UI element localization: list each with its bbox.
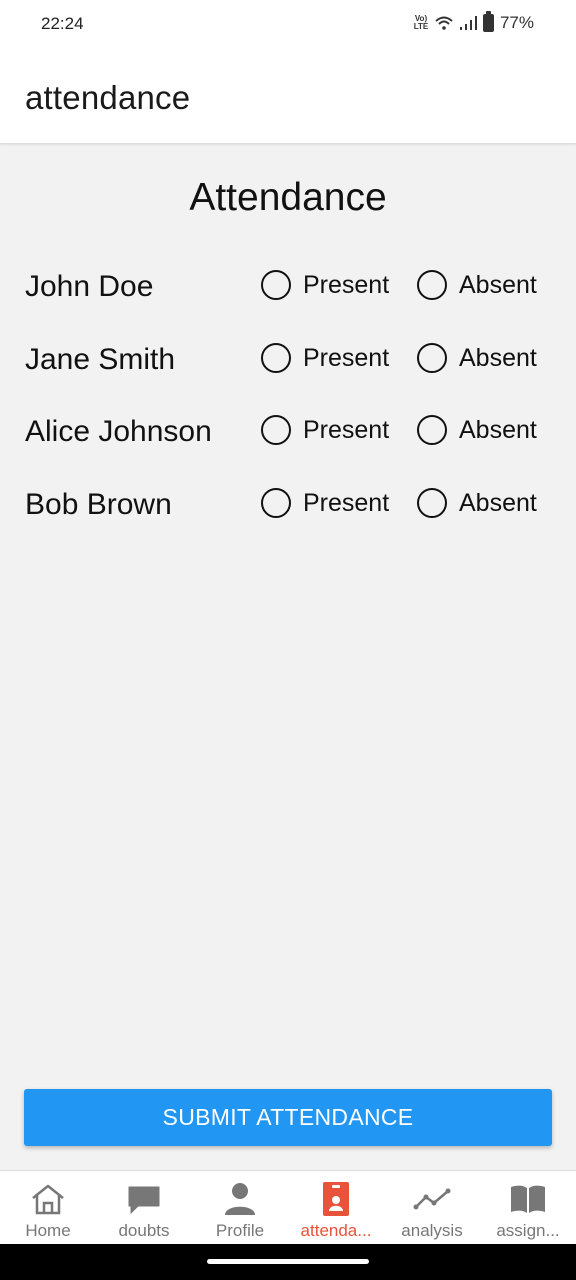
status-time: 22:24 xyxy=(41,14,84,33)
badge-icon[interactable] xyxy=(316,1181,356,1217)
present-label[interactable]: Present xyxy=(303,416,389,445)
battery-icon xyxy=(482,11,494,32)
radio-circle[interactable] xyxy=(261,415,291,445)
present-label[interactable]: Present xyxy=(303,489,389,518)
student-name: Bob Brown xyxy=(25,488,172,521)
absent-label[interactable]: Absent xyxy=(459,344,537,373)
app-title: attendance xyxy=(25,79,191,116)
volte-icon: Vo) LTE xyxy=(413,14,429,31)
page-heading: Attendance xyxy=(189,176,387,219)
absent-label[interactable]: Absent xyxy=(459,489,537,518)
person-icon[interactable] xyxy=(220,1181,260,1217)
radio-circle[interactable] xyxy=(417,270,447,300)
status-bar: 22:24 Vo) LTE 77% xyxy=(0,0,576,50)
student-row: Bob Brown Present Absent xyxy=(0,478,576,528)
nav-label[interactable]: analysis xyxy=(401,1221,462,1241)
absent-radio[interactable]: Absent xyxy=(417,488,537,518)
nav-label[interactable]: assign... xyxy=(496,1221,559,1241)
absent-label[interactable]: Absent xyxy=(459,416,537,445)
present-label[interactable]: Present xyxy=(303,271,389,300)
present-radio[interactable]: Present xyxy=(261,343,389,373)
trend-icon[interactable] xyxy=(412,1181,452,1217)
status-icons: Vo) LTE 77% xyxy=(413,11,534,33)
nav-item-attendance[interactable]: attenda... xyxy=(288,1171,384,1245)
present-radio[interactable]: Present xyxy=(261,488,389,518)
student-name: Alice Johnson xyxy=(25,415,212,448)
wifi-icon xyxy=(435,16,453,30)
home-gesture-pill[interactable] xyxy=(207,1259,369,1264)
nav-item-assignments[interactable]: assign... xyxy=(480,1171,576,1245)
nav-label[interactable]: Profile xyxy=(216,1221,264,1241)
chat-icon[interactable] xyxy=(124,1181,164,1217)
app-bar: attendance xyxy=(0,50,576,144)
home-icon[interactable] xyxy=(28,1181,68,1217)
nav-label[interactable]: Home xyxy=(25,1221,70,1241)
battery-percent: 77% xyxy=(499,13,534,32)
student-row: Jane Smith Present Absent xyxy=(0,333,576,383)
nav-item-profile[interactable]: Profile xyxy=(192,1171,288,1245)
student-name: Jane Smith xyxy=(25,343,176,376)
absent-radio[interactable]: Absent xyxy=(417,270,537,300)
signal-icon xyxy=(459,16,477,30)
absent-label[interactable]: Absent xyxy=(459,271,537,300)
student-row: John Doe Present Absent xyxy=(0,260,576,310)
radio-circle[interactable] xyxy=(261,270,291,300)
nav-label[interactable]: attenda... xyxy=(301,1221,372,1241)
system-gesture-bar xyxy=(0,1244,576,1280)
nav-item-home[interactable]: Home xyxy=(0,1171,96,1245)
student-name: John Doe xyxy=(25,270,154,303)
radio-circle[interactable] xyxy=(417,343,447,373)
absent-radio[interactable]: Absent xyxy=(417,415,537,445)
nav-item-analysis[interactable]: analysis xyxy=(384,1171,480,1245)
book-icon[interactable] xyxy=(508,1181,548,1217)
student-row: Alice Johnson Present Absent xyxy=(0,405,576,455)
radio-circle[interactable] xyxy=(417,415,447,445)
submit-attendance-button[interactable]: SUBMIT ATTENDANCE xyxy=(24,1089,552,1146)
nav-label[interactable]: doubts xyxy=(118,1221,169,1241)
absent-radio[interactable]: Absent xyxy=(417,343,537,373)
radio-circle[interactable] xyxy=(261,343,291,373)
radio-circle[interactable] xyxy=(261,488,291,518)
radio-circle[interactable] xyxy=(417,488,447,518)
present-radio[interactable]: Present xyxy=(261,415,389,445)
nav-item-doubts[interactable]: doubts xyxy=(96,1171,192,1245)
bottom-nav: Home doubts Profile attenda... analysis … xyxy=(0,1170,576,1244)
present-radio[interactable]: Present xyxy=(261,270,389,300)
present-label[interactable]: Present xyxy=(303,344,389,373)
